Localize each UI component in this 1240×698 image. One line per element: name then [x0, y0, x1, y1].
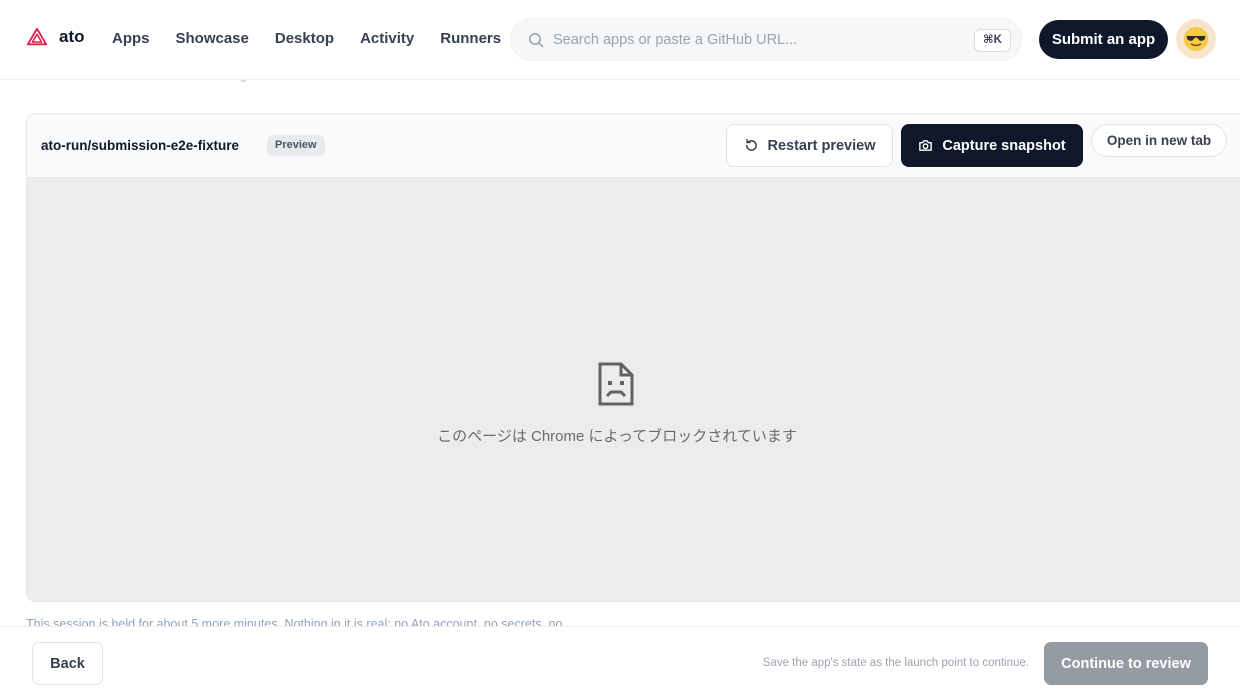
- blocked-page-icon: [598, 362, 634, 406]
- preview-iframe[interactable]: このページは Chrome によってブロックされています: [27, 178, 1240, 601]
- nav-item-showcase[interactable]: Showcase: [176, 30, 249, 47]
- top-navigation-bar: ato Apps Showcase Desktop Activity Runne…: [0, 0, 1240, 80]
- open-in-new-tab-button[interactable]: Open in new tab: [1091, 124, 1227, 157]
- preview-header: ato-run/submission-e2e-fixture Preview R…: [27, 114, 1240, 178]
- restart-preview-label: Restart preview: [767, 137, 876, 154]
- sunglasses-face-icon: [1184, 27, 1208, 51]
- submit-app-button[interactable]: Submit an app: [1039, 20, 1168, 59]
- search-box: ⌘K: [510, 18, 1022, 61]
- footer-bar: Back Save the app's state as the launch …: [0, 626, 1240, 698]
- nav-item-apps[interactable]: Apps: [112, 30, 150, 47]
- search-input[interactable]: [553, 19, 963, 60]
- nav-item-desktop[interactable]: Desktop: [275, 30, 334, 47]
- restart-preview-button[interactable]: Restart preview: [726, 124, 893, 167]
- brand-name: ato: [59, 27, 85, 46]
- user-avatar[interactable]: [1176, 19, 1216, 59]
- main-nav: Apps Showcase Desktop Activity Runners: [112, 30, 527, 47]
- restart-icon: [745, 138, 757, 151]
- preview-panel: ato-run/submission-e2e-fixture Preview R…: [26, 113, 1240, 602]
- continue-to-review-button[interactable]: Continue to review: [1044, 642, 1208, 685]
- search-shortcut-badge: ⌘K: [974, 29, 1011, 52]
- back-button[interactable]: Back: [32, 642, 103, 685]
- repo-name: ato-run/submission-e2e-fixture: [41, 138, 240, 153]
- capture-snapshot-label: Capture snapshot: [942, 137, 1066, 154]
- preview-badge: Preview: [267, 135, 325, 156]
- search-icon: [529, 33, 544, 48]
- nav-item-activity[interactable]: Activity: [360, 30, 414, 47]
- capture-snapshot-button[interactable]: Capture snapshot: [901, 124, 1083, 167]
- blocked-message: このページは Chrome によってブロックされています: [437, 428, 797, 445]
- camera-icon: [919, 140, 933, 151]
- brand[interactable]: ato: [26, 26, 85, 48]
- continue-hint: Save the app's state as the launch point…: [762, 657, 1029, 669]
- nav-item-runners[interactable]: Runners: [440, 30, 501, 47]
- ato-logo-icon: [26, 27, 48, 46]
